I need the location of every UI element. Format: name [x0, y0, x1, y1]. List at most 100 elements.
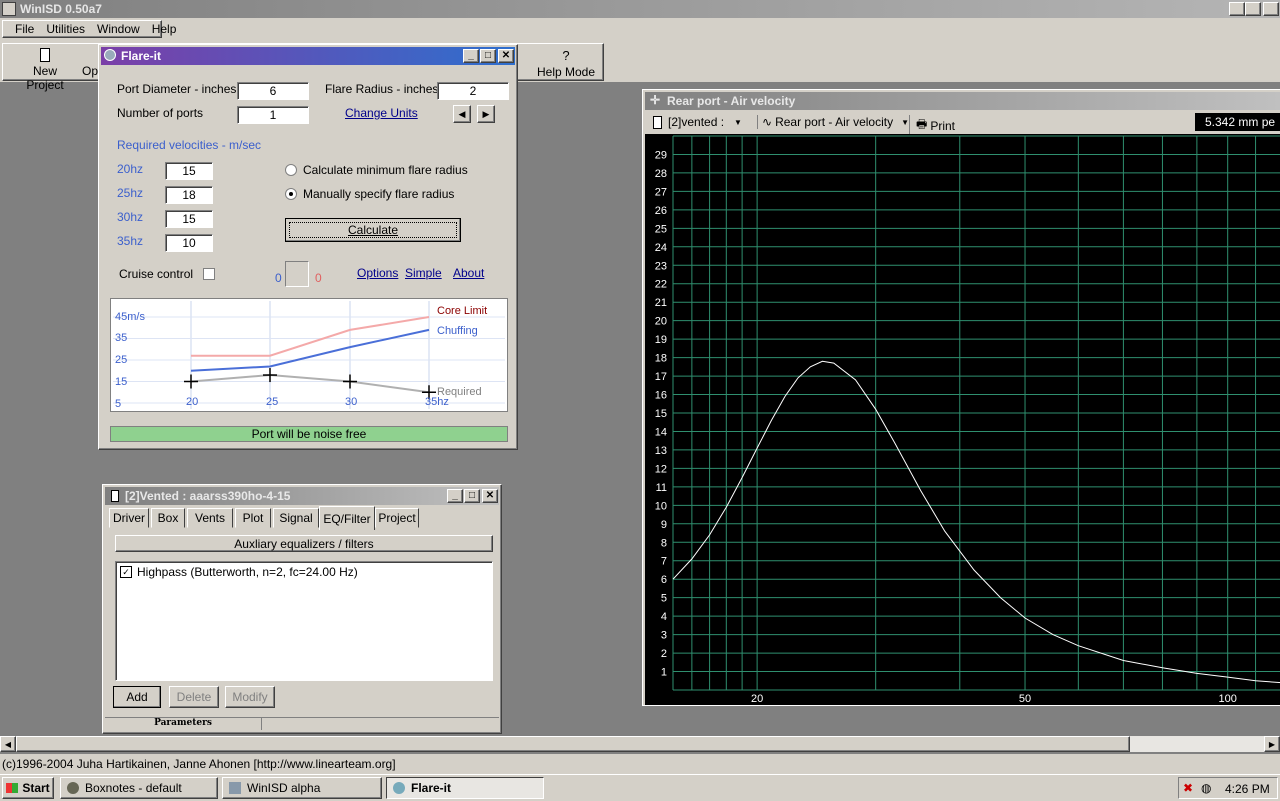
modify-button[interactable]: Modify [225, 686, 275, 708]
radio-manual-flare[interactable]: Manually specify flare radius [285, 187, 454, 201]
filter-list[interactable]: ✓ Highpass (Butterworth, n=2, fc=24.00 H… [115, 561, 493, 681]
help-icon: ? [562, 48, 570, 63]
project-icon [653, 115, 662, 129]
flare-radius-label: Flare Radius - inches [325, 82, 439, 96]
num-ports-input[interactable]: 1 [237, 106, 309, 124]
flare-minimize-button[interactable]: _ [463, 49, 479, 63]
print-button[interactable]: 🖶 Print [909, 115, 955, 136]
main-horizontal-scrollbar[interactable]: ◀ ▶ [0, 736, 1280, 752]
plot-ytick-label: 10 [655, 500, 667, 512]
options-link[interactable]: Options [357, 266, 398, 280]
about-link[interactable]: About [453, 266, 484, 280]
menu-help[interactable]: Help [152, 22, 177, 36]
scroll-right-button[interactable]: ▶ [1264, 736, 1280, 752]
menu-utilities[interactable]: Utilities [46, 22, 85, 36]
port-diameter-input[interactable]: 6 [237, 82, 309, 100]
taskbar-boxnotes[interactable]: Boxnotes - default [60, 777, 218, 799]
volume-icon[interactable]: ◍ [1201, 781, 1211, 795]
tab-signal[interactable]: Signal [273, 508, 319, 528]
tab-driver[interactable]: Driver [109, 508, 149, 528]
chuffing-series [190, 328, 430, 372]
mini-ylabel-45: 45m/s [115, 311, 145, 323]
chevron-down-icon: ▼ [734, 117, 742, 127]
vel-20-input[interactable]: 15 [165, 162, 213, 180]
tab-vents[interactable]: Vents [187, 508, 233, 528]
plot-ytick-label: 27 [655, 186, 667, 198]
vented-title-bar: [2]Vented : aaarss390ho-4-15 _ □ ✕ [105, 487, 499, 505]
filter-checkbox[interactable]: ✓ [120, 566, 132, 578]
aux-equalizers-button[interactable]: Auxliary equalizers / filters [115, 535, 493, 552]
calculate-button[interactable]: Calculate [285, 218, 461, 242]
project-select[interactable]: [2]vented : ▼ [653, 115, 742, 129]
tab-eq-filter[interactable]: EQ/Filter [319, 506, 375, 530]
plot-ytick-label: 2 [661, 648, 667, 660]
next-button[interactable]: ▶ [477, 105, 495, 123]
plot-title-bar: ✛ Rear port - Air velocity [645, 92, 1280, 110]
open-button[interactable]: Op [82, 64, 98, 78]
flare-app-icon [104, 49, 116, 61]
vel-30-label: 30hz [117, 210, 144, 224]
flare-title-bar: Flare-it _ □ ✕ [101, 47, 515, 65]
menu-window[interactable]: Window [97, 22, 140, 36]
taskbar-winisd[interactable]: WinISD alpha [222, 777, 382, 799]
plot-ytick-label: 26 [655, 205, 667, 217]
help-mode-button[interactable]: ? Help Mode [536, 46, 596, 79]
plot-ytick-label: 1 [661, 667, 667, 679]
taskbar-flare-it[interactable]: Flare-it [386, 777, 544, 799]
windows-logo-icon [6, 783, 19, 793]
winisd-icon [229, 782, 241, 794]
plot-ytick-label: 11 [656, 482, 667, 494]
cruise-control-checkbox[interactable] [203, 268, 215, 280]
parameters-panel: Parameters [105, 718, 262, 730]
mini-ylabel-25: 25 [115, 354, 128, 366]
plot-ytick-label: 14 [655, 426, 667, 438]
vel-30-input[interactable]: 15 [165, 210, 213, 228]
flare-close-button[interactable]: ✕ [498, 49, 514, 63]
plot-area[interactable]: 1 2 3 4 5 6 7 8 9 10 11 12 13 14 15 16 17 18 19 20 21 22 23 24 2… [645, 134, 1280, 705]
menu-bar: File Utilities Window Help [0, 18, 1280, 42]
graph-select[interactable]: ∿ Rear port - Air velocity ▼ [757, 115, 909, 129]
chevron-down-icon: ▼ [901, 117, 910, 127]
minimize-button[interactable]: _ [1229, 2, 1245, 16]
simple-link[interactable]: Simple [405, 266, 442, 280]
plot-ytick-label: 23 [655, 260, 667, 272]
noise-status-bar: Port will be noise free [110, 426, 508, 442]
filter-list-item[interactable]: ✓ Highpass (Butterworth, n=2, fc=24.00 H… [120, 565, 358, 579]
radio-manual-circle [285, 188, 297, 200]
vented-close-button[interactable]: ✕ [482, 489, 498, 503]
tab-box[interactable]: Box [151, 508, 185, 528]
close-button[interactable]: ✕ [1263, 2, 1279, 16]
plot-ytick-label: 22 [655, 279, 667, 291]
vel-35-input[interactable]: 10 [165, 234, 213, 252]
delete-button[interactable]: Delete [169, 686, 219, 708]
restore-button[interactable]: ❐ [1245, 2, 1261, 16]
vel-25-input[interactable]: 18 [165, 186, 213, 204]
app-title: WinISD 0.50a7 [20, 2, 102, 16]
new-project-button[interactable]: New Project [14, 46, 76, 92]
plot-ytick-label: 16 [655, 390, 667, 402]
tab-plot[interactable]: Plot [235, 508, 271, 528]
tab-project[interactable]: Project [375, 508, 419, 528]
new-project-icon [40, 48, 50, 62]
required-label: Required [437, 386, 482, 398]
add-button[interactable]: Add [113, 686, 161, 708]
flare-title: Flare-it [121, 49, 162, 63]
vented-maximize-button[interactable]: □ [464, 489, 480, 503]
vented-window: [2]Vented : aaarss390ho-4-15 _ □ ✕ Drive… [102, 484, 502, 734]
mini-ylabel-5: 5 [115, 398, 122, 410]
scroll-left-button[interactable]: ◀ [0, 736, 16, 752]
plot-ytick-label: 12 [655, 463, 667, 475]
vented-minimize-button[interactable]: _ [447, 489, 463, 503]
change-units-link[interactable]: Change Units [345, 106, 418, 120]
prev-button[interactable]: ◀ [453, 105, 471, 123]
start-button[interactable]: Start [2, 777, 54, 799]
network-icon[interactable]: ✖ [1183, 781, 1193, 795]
menu-file[interactable]: File [15, 22, 34, 36]
flare-it-icon [393, 782, 405, 794]
plot-ytick-label: 25 [655, 223, 667, 235]
flare-radius-input[interactable]: 2 [437, 82, 509, 100]
cruise-control-label: Cruise control [119, 267, 194, 281]
scroll-thumb[interactable] [16, 736, 1130, 752]
radio-min-flare[interactable]: Calculate minimum flare radius [285, 163, 468, 177]
flare-maximize-button[interactable]: □ [480, 49, 496, 63]
